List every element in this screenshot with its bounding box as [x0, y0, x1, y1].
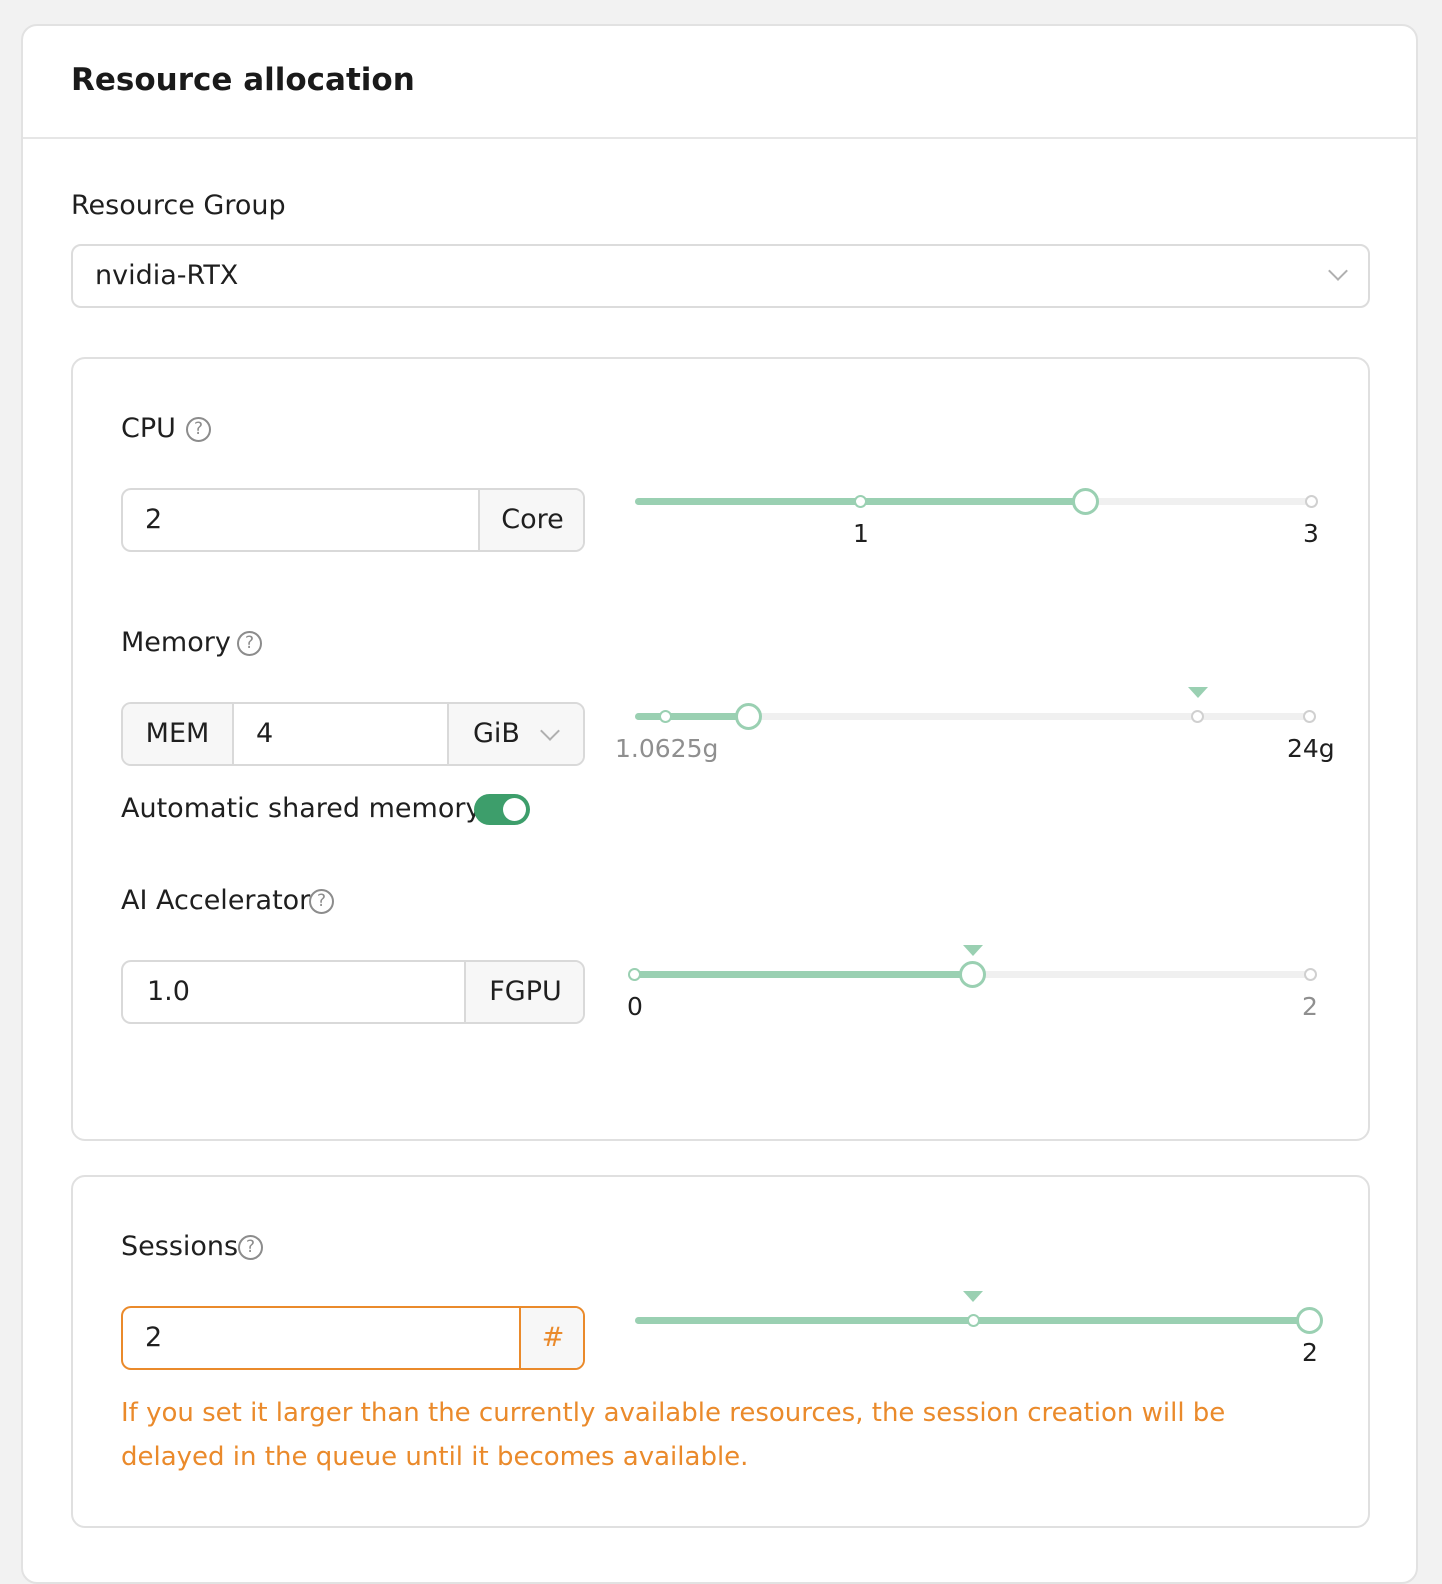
accelerator-input-group: 1.0 FGPU: [121, 960, 585, 1024]
memory-unit: GiB: [473, 718, 520, 749]
sessions-warning: If you set it larger than the currently …: [121, 1398, 1226, 1472]
help-icon[interactable]: ?: [309, 889, 334, 914]
sessions-panel: Sessions ? 2 # 2 If you set it larger th…: [71, 1175, 1370, 1528]
sessions-slider-max-label: 2: [1302, 1338, 1318, 1367]
accelerator-slider-max-label: 2: [1302, 992, 1318, 1021]
memory-slider-handle[interactable]: [735, 703, 762, 730]
memory-unit-select[interactable]: GiB: [447, 704, 583, 764]
memory-slider-marker: [1188, 687, 1208, 698]
memory-slider-min-label: 1.0625g: [615, 734, 719, 763]
accelerator-input[interactable]: 1.0: [147, 976, 190, 1007]
sessions-slider-dot-mid: [967, 1314, 980, 1327]
sessions-label: Sessions: [121, 1231, 239, 1262]
accelerator-slider[interactable]: 0 2: [623, 937, 1343, 1027]
sessions-slider-marker: [963, 1291, 983, 1302]
memory-slider-dot-mid: [1191, 710, 1204, 723]
help-icon[interactable]: ?: [186, 417, 211, 442]
cpu-unit: Core: [478, 490, 583, 550]
card-title: Resource allocation: [71, 62, 415, 98]
toggle-knob: [503, 798, 526, 821]
sessions-input-group: 2 #: [121, 1306, 585, 1370]
memory-input[interactable]: 4: [256, 718, 273, 749]
cpu-input-group: 2 Core: [121, 488, 585, 552]
accelerator-slider-min-label: 0: [627, 992, 643, 1021]
cpu-slider[interactable]: 1 3: [635, 487, 1325, 548]
chevron-down-icon: [1328, 261, 1348, 281]
memory-slider[interactable]: 1.0625g 24g: [613, 679, 1343, 769]
accelerator-label: AI Accelerator: [121, 885, 311, 916]
resource-group-select[interactable]: nvidia-RTX: [71, 244, 1370, 308]
cpu-slider-handle[interactable]: [1072, 488, 1099, 515]
memory-slider-dot-min: [659, 710, 672, 723]
accelerator-slider-dot-max: [1304, 968, 1317, 981]
accelerator-slider-handle[interactable]: [959, 961, 986, 988]
cpu-input[interactable]: 2: [145, 504, 162, 535]
help-icon[interactable]: ?: [237, 631, 262, 656]
memory-prefix: MEM: [123, 704, 234, 764]
card-header: Resource allocation: [23, 26, 1416, 139]
resource-group-value: nvidia-RTX: [95, 260, 239, 291]
memory-label: Memory: [121, 627, 231, 658]
accelerator-slider-dot-min: [628, 968, 641, 981]
shared-memory-label: Automatic shared memory: [121, 793, 482, 824]
memory-slider-dot-max: [1303, 710, 1316, 723]
accelerator-unit: FGPU: [464, 962, 583, 1022]
memory-input-group: MEM 4 GiB: [121, 702, 585, 766]
help-icon[interactable]: ?: [238, 1235, 263, 1260]
cpu-label: CPU: [121, 413, 176, 444]
sessions-slider[interactable]: 2: [623, 1283, 1343, 1373]
cpu-slider-min-label: 1: [853, 519, 869, 548]
cpu-slider-dot-max: [1305, 495, 1318, 508]
resource-allocation-card: Resource allocation Resource Group nvidi…: [21, 24, 1418, 1584]
memory-slider-track: [635, 713, 748, 720]
accelerator-slider-track: [635, 971, 973, 978]
sessions-input[interactable]: 2: [145, 1322, 162, 1353]
sessions-slider-handle[interactable]: [1296, 1307, 1323, 1334]
accelerator-slider-marker: [963, 945, 983, 956]
cpu-slider-dot-min: [854, 495, 867, 508]
shared-memory-toggle[interactable]: [474, 794, 530, 825]
resource-panel: CPU ? 2 Core 1 3 Memory ? MEM 4 GiB 1.06…: [71, 357, 1370, 1141]
resource-group-label: Resource Group: [71, 190, 286, 221]
sessions-unit: #: [519, 1308, 583, 1368]
cpu-slider-max-label: 3: [1303, 519, 1319, 548]
memory-slider-max-label: 24g: [1287, 734, 1335, 763]
